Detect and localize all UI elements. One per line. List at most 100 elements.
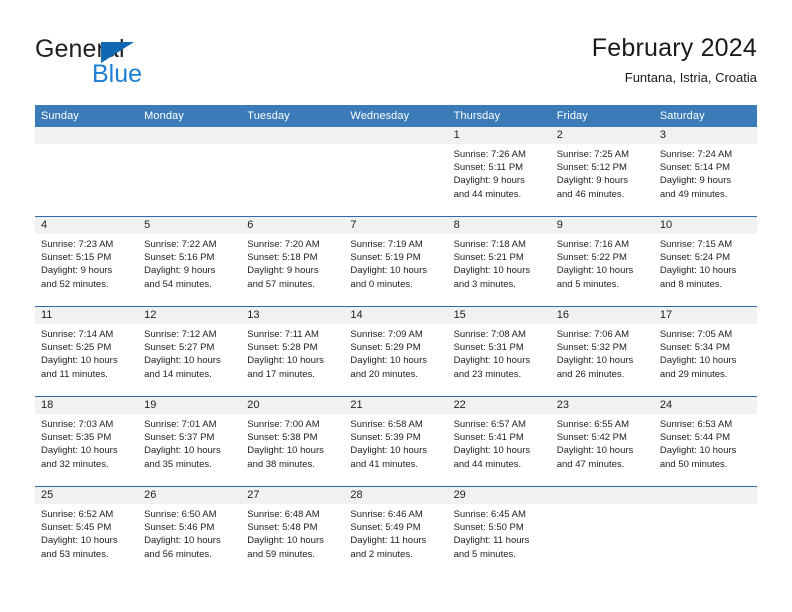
day-details: Sunrise: 6:48 AM Sunset: 5:48 PM Daylight:… [241,504,344,561]
sunrise-text: Sunrise: 7:16 AM [556,239,630,250]
daylight-text-line2: and 23 minutes. [453,368,522,380]
day-number: 10 [653,217,757,234]
calendar-day-cell[interactable]: 10 Sunrise: 7:15 AM Sunset: 5:24 PM Dayligh… [653,216,757,307]
sunset-text: Sunset: 5:45 PM [41,522,112,534]
calendar-day-cell[interactable]: 25 Sunrise: 6:52 AM Sunset: 5:45 PM Dayligh… [35,486,139,576]
day-details: Sunrise: 7:00 AM Sunset: 5:38 PM Daylight:… [241,414,344,471]
page-header: General Blue February 2024 Funtana, Istr… [35,32,757,94]
sunrise-text: Sunrise: 7:09 AM [350,329,423,340]
day-details: Sunrise: 7:11 AM Sunset: 5:28 PM Daylight:… [241,324,344,381]
sunset-text: Sunset: 5:18 PM [247,252,318,264]
day-number: 22 [447,397,551,414]
day-details: Sunrise: 7:14 AM Sunset: 5:25 PM Daylight:… [35,324,138,381]
calendar-day-cell[interactable]: 11 Sunrise: 7:14 AM Sunset: 5:25 PM Dayligh… [35,306,139,397]
day-number: 6 [241,217,345,234]
general-blue-logo[interactable]: General Blue [35,34,235,92]
sunrise-text: Sunrise: 7:25 AM [556,149,630,160]
day-details: Sunrise: 6:53 AM Sunset: 5:44 PM Daylight:… [654,414,757,471]
calendar-day-cell[interactable]: 18 Sunrise: 7:03 AM Sunset: 5:35 PM Dayligh… [35,396,139,487]
calendar-day-cell[interactable]: 28 Sunrise: 6:46 AM Sunset: 5:49 PM Dayligh… [344,486,448,576]
page-title: February 2024 [591,34,757,62]
calendar-day-cell[interactable]: 14 Sunrise: 7:09 AM Sunset: 5:29 PM Dayligh… [344,306,448,397]
calendar-cell-empty [550,486,654,576]
calendar-day-cell[interactable]: 17 Sunrise: 7:05 AM Sunset: 5:34 PM Dayligh… [653,306,757,397]
day-details: Sunrise: 7:09 AM Sunset: 5:29 PM Daylight:… [344,324,447,381]
calendar-day-cell[interactable]: 1 Sunrise: 7:26 AM Sunset: 5:11 PM Daylight… [447,127,551,217]
day-number: 29 [447,487,551,504]
daylight-text-line1: Daylight: 9 hours [41,265,113,277]
sunset-text: Sunset: 5:22 PM [556,252,627,264]
day-details: Sunrise: 6:55 AM Sunset: 5:42 PM Daylight:… [551,414,654,471]
daylight-text-line1: Daylight: 10 hours [247,445,324,457]
sunrise-text: Sunrise: 6:55 AM [556,419,630,430]
sunrise-text: Sunrise: 7:26 AM [453,149,526,160]
daylight-text-line2: and 32 minutes. [41,458,109,470]
calendar-day-cell[interactable]: 29 Sunrise: 6:45 AM Sunset: 5:50 PM Dayligh… [447,486,551,576]
weekday-header-friday: Friday [550,105,654,127]
page-subtitle: Funtana, Istria, Croatia [624,70,757,85]
calendar-day-cell[interactable]: 27 Sunrise: 6:48 AM Sunset: 5:48 PM Dayligh… [241,486,345,576]
sunset-text: Sunset: 5:24 PM [659,252,731,264]
calendar-cell-empty [138,127,242,217]
daylight-text-line2: and 29 minutes. [659,368,728,380]
sunset-text: Sunset: 5:15 PM [41,252,112,264]
daylight-text-line2: and 0 minutes. [350,278,413,290]
day-details: Sunrise: 7:06 AM Sunset: 5:32 PM Daylight:… [551,324,654,381]
day-details: Sunrise: 7:24 AM Sunset: 5:14 PM Daylight:… [654,144,757,201]
daylight-text-line1: Daylight: 10 hours [556,355,634,367]
calendar-day-cell[interactable]: 24 Sunrise: 6:53 AM Sunset: 5:44 PM Dayligh… [653,396,757,487]
day-details: Sunrise: 7:01 AM Sunset: 5:37 PM Daylight:… [138,414,241,471]
calendar-day-cell[interactable]: 23 Sunrise: 6:55 AM Sunset: 5:42 PM Dayligh… [550,396,654,487]
day-details: Sunrise: 7:03 AM Sunset: 5:35 PM Daylight:… [35,414,138,471]
calendar-day-cell[interactable]: 21 Sunrise: 6:58 AM Sunset: 5:39 PM Dayligh… [344,396,448,487]
calendar-day-cell[interactable]: 19 Sunrise: 7:01 AM Sunset: 5:37 PM Dayligh… [138,396,242,487]
calendar-day-cell[interactable]: 9 Sunrise: 7:16 AM Sunset: 5:22 PM Daylight… [550,216,654,307]
daylight-text-line2: and 17 minutes. [247,368,315,380]
daylight-text-line2: and 35 minutes. [144,458,212,470]
day-number: 28 [344,487,448,504]
sunrise-text: Sunrise: 6:46 AM [350,509,423,520]
daylight-text-line2: and 52 minutes. [41,278,109,290]
calendar-day-cell[interactable]: 6 Sunrise: 7:20 AM Sunset: 5:18 PM Daylight… [241,216,345,307]
calendar-day-cell[interactable]: 3 Sunrise: 7:24 AM Sunset: 5:14 PM Daylight… [653,127,757,217]
calendar-day-cell[interactable]: 4 Sunrise: 7:23 AM Sunset: 5:15 PM Daylight… [35,216,139,307]
daylight-text-line1: Daylight: 11 hours [453,535,530,547]
sunrise-text: Sunrise: 7:06 AM [556,329,630,340]
day-number: 12 [138,307,242,324]
calendar-day-cell[interactable]: 15 Sunrise: 7:08 AM Sunset: 5:31 PM Dayligh… [447,306,551,397]
weekday-header-monday: Monday [138,105,242,127]
sunset-text: Sunset: 5:29 PM [350,342,421,354]
daylight-text-line1: Daylight: 10 hours [350,265,427,277]
sunset-text: Sunset: 5:16 PM [144,252,215,264]
calendar-day-cell[interactable]: 12 Sunrise: 7:12 AM Sunset: 5:27 PM Dayligh… [138,306,242,397]
daylight-text-line1: Daylight: 9 hours [453,175,525,187]
day-number: 5 [138,217,242,234]
sunset-text: Sunset: 5:12 PM [556,162,627,174]
calendar-day-cell[interactable]: 22 Sunrise: 6:57 AM Sunset: 5:41 PM Dayligh… [447,396,551,487]
daylight-text-line2: and 56 minutes. [144,548,212,560]
sunset-text: Sunset: 5:27 PM [144,342,215,354]
day-number [550,487,654,504]
daylight-text-line1: Daylight: 9 hours [247,265,319,277]
calendar-day-cell[interactable]: 5 Sunrise: 7:22 AM Sunset: 5:16 PM Daylight… [138,216,242,307]
sunrise-text: Sunrise: 7:23 AM [41,239,114,250]
calendar-day-cell[interactable]: 7 Sunrise: 7:19 AM Sunset: 5:19 PM Daylight… [344,216,448,307]
daylight-text-line1: Daylight: 10 hours [453,445,531,457]
calendar-day-cell[interactable]: 16 Sunrise: 7:06 AM Sunset: 5:32 PM Dayligh… [550,306,654,397]
calendar-body: 1 Sunrise: 7:26 AM Sunset: 5:11 PM Daylight… [35,127,757,576]
day-number: 16 [550,307,654,324]
daylight-text-line2: and 50 minutes. [659,458,728,470]
daylight-text-line2: and 5 minutes. [453,548,516,560]
calendar-day-cell[interactable]: 26 Sunrise: 6:50 AM Sunset: 5:46 PM Dayligh… [138,486,242,576]
day-number [241,127,345,144]
calendar-day-cell[interactable]: 13 Sunrise: 7:11 AM Sunset: 5:28 PM Dayligh… [241,306,345,397]
daylight-text-line2: and 49 minutes. [659,188,728,200]
calendar-day-cell[interactable]: 20 Sunrise: 7:00 AM Sunset: 5:38 PM Dayligh… [241,396,345,487]
calendar-day-cell[interactable]: 2 Sunrise: 7:25 AM Sunset: 5:12 PM Daylight… [550,127,654,217]
daylight-text-line1: Daylight: 10 hours [247,355,324,367]
calendar-day-cell[interactable]: 8 Sunrise: 7:18 AM Sunset: 5:21 PM Daylight… [447,216,551,307]
day-number: 23 [550,397,654,414]
daylight-text-line1: Daylight: 10 hours [556,445,634,457]
day-details: Sunrise: 7:25 AM Sunset: 5:12 PM Daylight:… [551,144,654,201]
sunrise-text: Sunrise: 7:12 AM [144,329,217,340]
